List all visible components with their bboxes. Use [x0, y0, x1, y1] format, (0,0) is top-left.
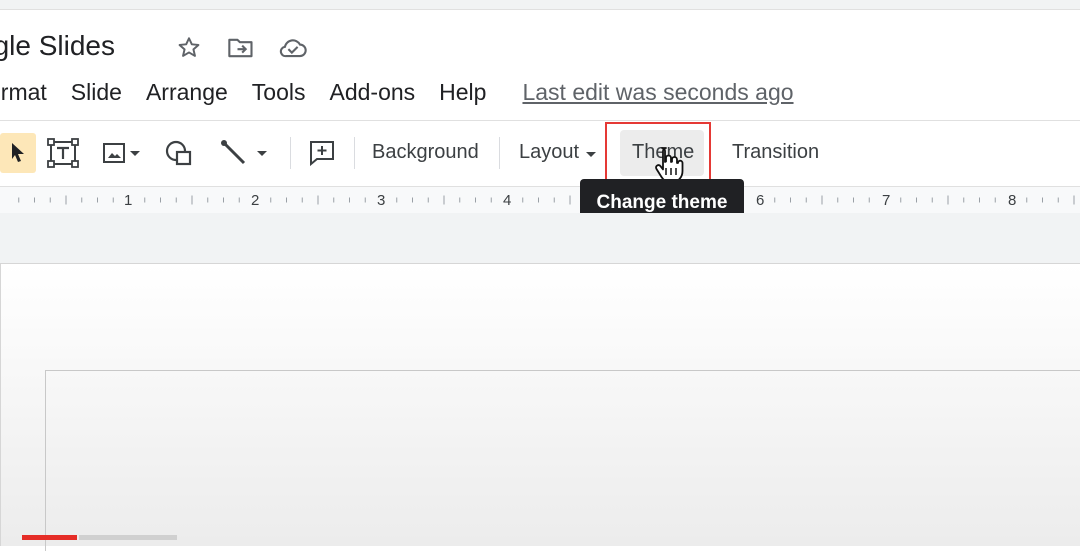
- menu-help[interactable]: Help: [439, 79, 486, 106]
- menu-add-ons[interactable]: Add-ons: [329, 79, 415, 106]
- shape-icon: [165, 140, 192, 166]
- slide-placeholder-box[interactable]: [45, 370, 1080, 551]
- menu-bar: ormat Slide Arrange Tools Add-ons Help L…: [0, 77, 794, 107]
- add-comment-button[interactable]: [303, 133, 341, 173]
- document-title[interactable]: ogle Slides: [0, 30, 115, 62]
- chevron-down-icon: [257, 151, 267, 156]
- toolbar-separator: [354, 137, 355, 169]
- text-box-button[interactable]: [44, 133, 82, 173]
- ruler-label: 2: [251, 192, 260, 209]
- ruler-label: 1: [124, 192, 133, 209]
- menu-format[interactable]: ormat: [0, 79, 47, 106]
- image-icon: [103, 143, 125, 163]
- move-to-folder-icon[interactable]: [226, 33, 256, 63]
- slide-canvas: [0, 213, 1080, 551]
- add-comment-icon: [310, 141, 334, 167]
- star-icon[interactable]: [174, 33, 204, 63]
- progress-played: [22, 535, 77, 540]
- progress-buffered: [79, 535, 177, 540]
- text-box-icon: [47, 138, 79, 168]
- chevron-down-icon: [130, 151, 140, 156]
- ruler-label: 3: [377, 192, 386, 209]
- video-progress-bar[interactable]: [22, 535, 177, 540]
- toolbar-separator: [499, 137, 500, 169]
- toolbar: Background Layout Theme Transition: [0, 120, 1080, 187]
- transition-button[interactable]: Transition: [732, 141, 819, 164]
- ruler-label: 7: [882, 192, 891, 209]
- menu-slide[interactable]: Slide: [71, 79, 122, 106]
- layout-button[interactable]: Layout: [519, 141, 579, 164]
- line-icon: [221, 140, 246, 165]
- select-tool-button[interactable]: [0, 133, 36, 173]
- shape-button[interactable]: [160, 133, 198, 173]
- chevron-down-icon: [586, 152, 596, 157]
- ruler-label: 6: [756, 192, 765, 209]
- insert-image-button[interactable]: [94, 133, 150, 173]
- ruler-label: 8: [1008, 192, 1017, 209]
- menu-tools[interactable]: Tools: [252, 79, 306, 106]
- line-button[interactable]: [212, 133, 278, 173]
- last-edit-link[interactable]: Last edit was seconds ago: [522, 79, 793, 106]
- horizontal-ruler: 1 2 3 4 6 7 8: [0, 186, 1080, 214]
- cloud-saved-icon[interactable]: [278, 33, 308, 63]
- background-button[interactable]: Background: [372, 141, 479, 164]
- cursor-select-icon: [12, 143, 24, 162]
- slide[interactable]: [0, 263, 1080, 551]
- ruler-ticks: [18, 195, 1075, 205]
- ruler-label: 4: [503, 192, 512, 209]
- menu-arrange[interactable]: Arrange: [146, 79, 228, 106]
- title-icons: [174, 33, 308, 63]
- toolbar-separator: [290, 137, 291, 169]
- top-strip: [0, 0, 1080, 10]
